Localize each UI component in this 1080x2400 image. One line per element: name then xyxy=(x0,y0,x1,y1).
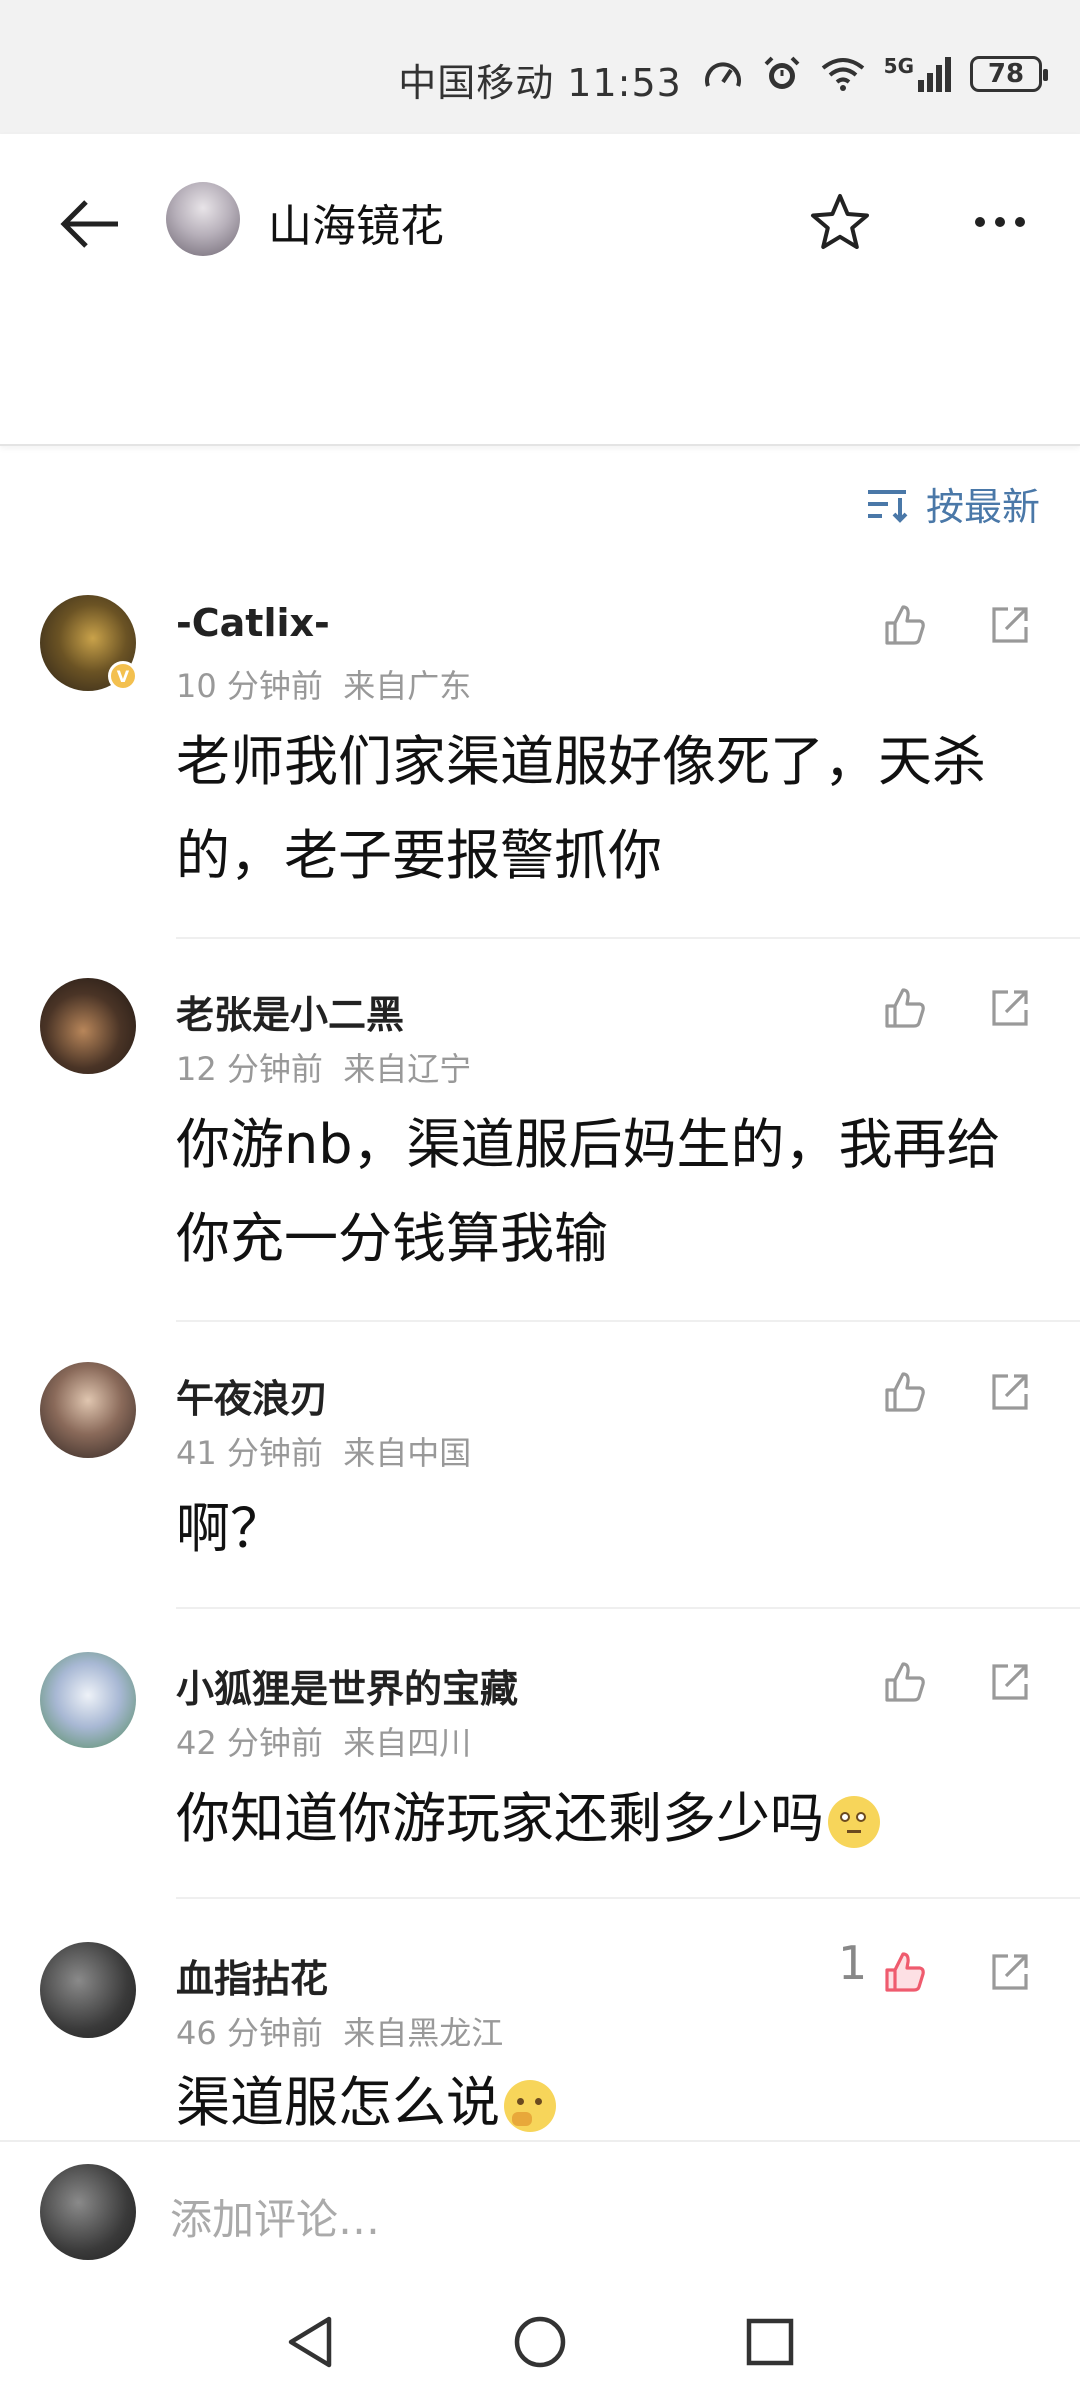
comment-input[interactable]: 添加评论… xyxy=(170,2186,380,2247)
comment-meta: 46 分钟前 来自黑龙江 xyxy=(176,2008,503,2054)
comment-divider xyxy=(176,937,1080,939)
comment-divider xyxy=(176,1607,1080,1609)
share-button[interactable] xyxy=(980,595,1040,655)
like-button[interactable] xyxy=(875,595,935,655)
wifi-icon xyxy=(821,58,864,91)
comment-item: V -Catlix- 10 分钟前 来自广东 老师我们家渠道服好像死了，天杀的，… xyxy=(0,595,1080,935)
comment-meta: 41 分钟前 来自中国 xyxy=(176,1428,471,1474)
nav-back-button[interactable] xyxy=(270,2302,350,2382)
share-icon xyxy=(992,1664,1028,1700)
signal-icon xyxy=(918,57,951,92)
game-avatar[interactable] xyxy=(166,182,240,256)
back-arrow-icon xyxy=(60,200,118,248)
current-user-avatar xyxy=(40,2164,136,2260)
more-dot-icon xyxy=(995,217,1005,227)
comment-text: 啊？ xyxy=(176,1497,284,1560)
comment-location: 来自四川 xyxy=(343,1724,472,1762)
nav-home-button[interactable] xyxy=(500,2302,580,2382)
share-button[interactable] xyxy=(980,978,1040,1038)
commenter-avatar[interactable] xyxy=(40,978,136,1074)
commenter-avatar[interactable] xyxy=(40,1362,136,1458)
like-count: 1 xyxy=(838,1942,868,1990)
alarm-icon xyxy=(764,56,800,89)
comment-location: 来自黑龙江 xyxy=(343,2014,504,2052)
comment-input-bar: 添加评论… xyxy=(0,2140,1080,2280)
comment-location: 来自广东 xyxy=(343,667,472,705)
comment-time: 42 分钟前 xyxy=(176,1724,323,1762)
like-button[interactable] xyxy=(875,1362,935,1422)
page-title: 山海镜花 xyxy=(268,201,444,252)
verified-badge-icon: V xyxy=(108,661,138,691)
comment-text: 渠道服怎么说 xyxy=(176,2071,500,2134)
like-button[interactable] xyxy=(875,1942,935,2002)
thumbs-up-icon xyxy=(885,605,925,645)
star-icon xyxy=(811,194,869,249)
thumbs-up-icon xyxy=(885,1372,925,1412)
commenter-name[interactable]: 午夜浪刃 xyxy=(176,1368,328,1423)
commenter-name[interactable]: 小狐狸是世界的宝藏 xyxy=(176,1658,518,1713)
share-icon xyxy=(992,1954,1028,1990)
commenter-avatar[interactable] xyxy=(40,1942,136,2038)
favorite-button[interactable] xyxy=(800,182,880,262)
comment-text-wrapper: 渠道服怎么说 xyxy=(176,2056,1036,2138)
comment-time: 41 分钟前 xyxy=(176,1434,323,1472)
comment-location: 来自辽宁 xyxy=(343,1050,472,1088)
nav-recents-button[interactable] xyxy=(730,2302,810,2382)
like-button[interactable] xyxy=(875,1652,935,1712)
commenter-avatar[interactable] xyxy=(40,1652,136,1748)
more-dot-icon xyxy=(1015,217,1025,227)
commenter-name[interactable]: 血指拈花 xyxy=(176,1948,328,2003)
square-recents-icon xyxy=(746,2318,794,2366)
like-button[interactable] xyxy=(875,978,935,1038)
triangle-back-icon xyxy=(288,2316,332,2368)
comment-time: 46 分钟前 xyxy=(176,2014,323,2052)
commenter-name[interactable]: 老张是小二黑 xyxy=(176,984,404,1039)
comment-location: 来自中国 xyxy=(343,1434,472,1472)
share-button[interactable] xyxy=(980,1942,1040,2002)
system-nav-bar xyxy=(0,2280,1080,2400)
thumbs-up-filled-icon xyxy=(885,1952,925,1992)
comment-divider xyxy=(176,1320,1080,1322)
more-options-button[interactable] xyxy=(960,182,1040,262)
commenter-avatar[interactable]: V xyxy=(40,595,138,691)
battery-indicator: 78 xyxy=(970,56,1048,92)
comment-text: 老师我们家渠道服好像死了，天杀的，老子要报警抓你 xyxy=(176,730,986,887)
network-type-label: 5G xyxy=(883,54,914,78)
comment-meta: 12 分钟前 来自辽宁 xyxy=(176,1044,471,1090)
share-icon xyxy=(992,607,1028,643)
comment-meta: 42 分钟前 来自四川 xyxy=(176,1718,471,1764)
top-header: 山海镜花 xyxy=(0,134,1080,446)
comment-item: 小狐狸是世界的宝藏 42 分钟前 来自四川 你知道你游玩家还剩多少吗 xyxy=(0,1652,1080,1892)
rolling-eyes-emoji-icon xyxy=(828,1796,880,1849)
more-dot-icon xyxy=(975,217,985,227)
comment-meta: 10 分钟前 来自广东 xyxy=(176,661,471,707)
back-button[interactable] xyxy=(50,184,130,264)
comment-text: 你游nb，渠道服后妈生的，我再给你充一分钱算我输 xyxy=(176,1113,1001,1270)
circle-home-icon xyxy=(514,2316,566,2368)
comment-divider xyxy=(176,1897,1080,1899)
thinking-emoji-icon xyxy=(504,2080,556,2133)
thumbs-up-icon xyxy=(885,1662,925,1702)
speedometer-icon xyxy=(704,62,741,87)
share-icon xyxy=(992,990,1028,1026)
sort-icon xyxy=(867,489,908,523)
comment-item: 老张是小二黑 12 分钟前 来自辽宁 你游nb，渠道服后妈生的，我再给你充一分钱… xyxy=(0,978,1080,1318)
commenter-name[interactable]: -Catlix- xyxy=(176,601,330,645)
comment-item: 午夜浪刃 41 分钟前 来自中国 啊？ xyxy=(0,1362,1080,1602)
status-bar: 中国移动 11:53 5G 78 xyxy=(0,0,1080,134)
comment-text-wrapper: 你知道你游玩家还剩多少吗 xyxy=(176,1772,1036,1866)
comment-text: 你知道你游玩家还剩多少吗 xyxy=(176,1787,824,1850)
share-button[interactable] xyxy=(980,1652,1040,1712)
comment-time: 10 分钟前 xyxy=(176,667,323,705)
share-icon xyxy=(992,1374,1028,1410)
comment-item: 血指拈花 46 分钟前 来自黑龙江 渠道服怎么说 1 xyxy=(0,1942,1080,2138)
share-button[interactable] xyxy=(980,1362,1040,1422)
sort-by-newest-button[interactable]: 按最新 xyxy=(866,476,1040,531)
thumbs-up-icon xyxy=(885,988,925,1028)
comment-time: 12 分钟前 xyxy=(176,1050,323,1088)
status-icons: 5G 78 xyxy=(702,54,1048,94)
sort-label: 按最新 xyxy=(925,485,1040,529)
